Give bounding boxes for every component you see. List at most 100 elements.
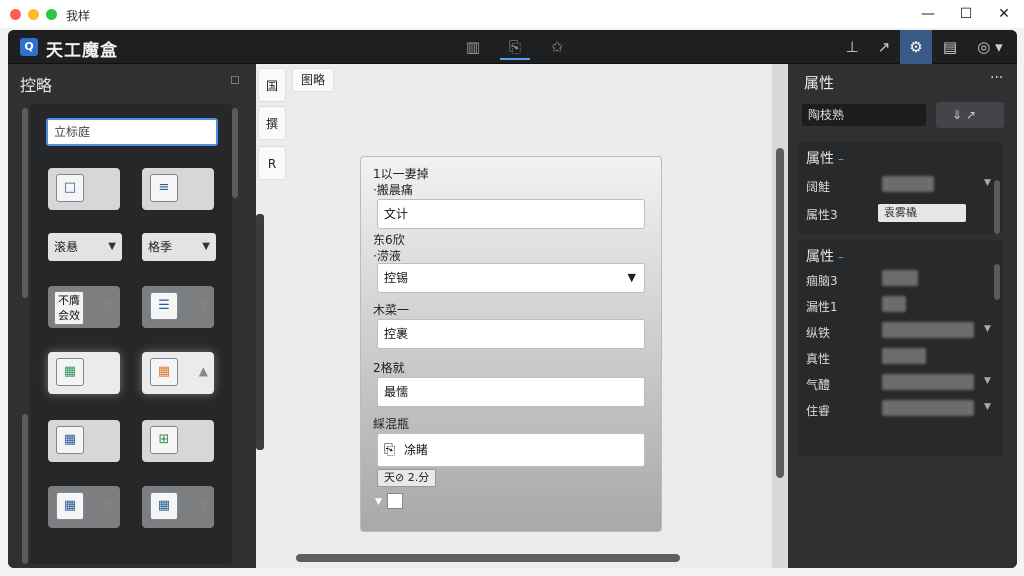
minimize-button[interactable]: — xyxy=(918,4,938,24)
properties-title: 属性 xyxy=(804,74,835,92)
component-tile-datepicker[interactable]: ▦ ⇕ xyxy=(142,486,214,528)
close-button[interactable]: ✕ xyxy=(994,4,1014,24)
component-tile-grid[interactable]: ▦ xyxy=(48,352,120,394)
section-2-title: 属性 – xyxy=(806,246,844,266)
text-block-icon: 不膺 会效 xyxy=(54,291,84,325)
container-icon: □ xyxy=(56,174,84,202)
more-icon[interactable]: ··· xyxy=(990,70,1003,86)
collapse-icon[interactable]: ◻ xyxy=(230,72,240,86)
minimize-dot-icon[interactable] xyxy=(28,9,39,20)
left-panel-title: 控略 xyxy=(20,76,53,95)
prop-row-label-3: 痼脑3 xyxy=(806,274,838,288)
save-icon[interactable]: ▤ xyxy=(934,30,966,64)
form-sublabel-1: ·搬晨痛 xyxy=(373,183,413,197)
prop-row-label-4: 漏性1 xyxy=(806,300,838,314)
section-1-title: 属性 – xyxy=(806,148,844,168)
component-tile-table[interactable]: ▦ ⇕ xyxy=(48,486,120,528)
prop-row-value-5[interactable] xyxy=(882,322,974,338)
select-b-label: 格季 xyxy=(148,240,173,254)
dropdown-icon[interactable]: ▼ xyxy=(984,324,991,334)
form-label-3: 木菜一 xyxy=(373,303,410,317)
tab-pages[interactable]: 国 xyxy=(258,68,286,102)
form-text-input-5[interactable]: ⎘ 凃睹 xyxy=(377,433,645,467)
component-tile-calendar[interactable]: ☰ ⇕ xyxy=(142,286,214,328)
prop-row-value-2[interactable]: 袁雾橇 xyxy=(878,204,966,222)
chart-icon: ⊞ xyxy=(150,426,178,454)
prop-row-label-2: 属性3 xyxy=(806,208,838,222)
component-tile-schedule[interactable]: ▦ ▲ xyxy=(142,352,214,394)
prop-row-value-7[interactable] xyxy=(882,374,974,390)
maximize-button[interactable]: ☐ xyxy=(956,4,976,24)
star-icon[interactable]: ✩ xyxy=(542,34,572,60)
component-tile-container[interactable]: □ xyxy=(48,168,120,210)
schedule-icon: ▦ xyxy=(150,358,178,386)
properties-panel: 属性 ··· 陶枝熟 ⇓ ↗ 属性 – 阔鮭 ▼ 属性3 袁雾橇 属性 – 痼脑3 … xyxy=(788,64,1017,568)
flow-icon: ▦ xyxy=(56,426,84,454)
app-logo-icon: Q xyxy=(20,38,38,56)
prop-row-label-6: 真性 xyxy=(806,352,831,366)
component-tile-flow[interactable]: ▦ xyxy=(48,420,120,462)
prop-row-value-4[interactable] xyxy=(882,296,906,312)
tab-outline[interactable]: 撰 xyxy=(258,106,286,140)
prop-row-label-1: 阔鮭 xyxy=(806,180,831,194)
form-hint-badge: 天⊘ 2.分 xyxy=(377,469,437,487)
component-search-input[interactable]: 立标庭 xyxy=(46,118,218,146)
prop-row-label-5: 纵铁 xyxy=(806,326,831,340)
help-menu-icon[interactable]: ◎ ▾ xyxy=(970,30,1010,64)
stepper-icon: ⇕ xyxy=(103,298,114,312)
canvas-breadcrumb: 图略 xyxy=(292,68,335,92)
form-input-5-value: 凃睹 xyxy=(404,443,429,457)
properties-action-buttons[interactable]: ⇓ ↗ xyxy=(936,102,1004,128)
select-component-a[interactable]: 滚悬 ▼ xyxy=(48,233,122,261)
prop-row-value-1[interactable] xyxy=(882,176,934,192)
os-window-title: 我样 xyxy=(66,9,91,23)
section-2-scrollbar[interactable] xyxy=(994,264,1000,300)
form-select-input[interactable]: 控锡 ▼ xyxy=(377,263,645,293)
page-icon[interactable]: ⎘ xyxy=(500,34,530,60)
triangle-icon: ▼ xyxy=(375,497,382,507)
prop-row-value-6[interactable] xyxy=(882,348,926,364)
form-checkbox[interactable] xyxy=(387,493,403,509)
prop-row-value-8[interactable] xyxy=(882,400,974,416)
canvas-area: 国 撰 R 图略 1以一妻掉 ·搬晨痛 文计 东6欣 ·涝液 控锡 ▼ 木菜一 控… xyxy=(256,64,788,568)
stepper-icon: ⇕ xyxy=(197,298,208,312)
form-label-2: 东6欣 xyxy=(373,233,405,247)
stepper-icon: ⇕ xyxy=(103,498,114,512)
form-text-input-4[interactable]: 最懦 xyxy=(377,377,645,407)
datepicker-icon: ▦ xyxy=(150,492,178,520)
left-scrollbar[interactable] xyxy=(22,108,28,298)
form-text-input-3[interactable]: 控裹 xyxy=(377,319,645,349)
component-tile-chart[interactable]: ⊞ xyxy=(142,420,214,462)
zoom-dot-icon[interactable] xyxy=(46,9,57,20)
dropdown-icon[interactable]: ▼ xyxy=(984,376,991,386)
close-dot-icon[interactable] xyxy=(10,9,21,20)
table-icon: ▦ xyxy=(56,492,84,520)
anchor-icon[interactable]: ⊥ xyxy=(836,30,868,64)
prop-row-label-7: 气醴 xyxy=(806,378,831,392)
prop-row-value-3[interactable] xyxy=(882,270,918,286)
section-1-scrollbar[interactable] xyxy=(994,180,1000,234)
form-text-input-1[interactable]: 文计 xyxy=(377,199,645,229)
dropdown-icon[interactable]: ▼ xyxy=(984,178,991,188)
select-component-b[interactable]: 格季 ▼ xyxy=(142,233,216,261)
tab-resources[interactable]: R xyxy=(258,146,286,180)
window: 我样 — ☐ ✕ Q 天工魔盒 ▥ ⎘ ✩ ⊥ ↗ ⚙ ▤ ◎ ▾ 控略 ◻ 立… xyxy=(0,0,1024,576)
section-dash-icon: – xyxy=(838,250,844,264)
dropdown-icon[interactable]: ▼ xyxy=(984,402,991,412)
canvas-vertical-scrollbar[interactable] xyxy=(776,148,784,478)
section-dash-icon: – xyxy=(838,152,844,166)
os-titlebar: 我样 — ☐ ✕ xyxy=(0,0,1024,28)
section-1-title-text: 属性 xyxy=(806,151,834,167)
layout-icon[interactable]: ▥ xyxy=(458,34,488,60)
list-icon: ≡ xyxy=(150,174,178,202)
inner-scrollbar[interactable] xyxy=(232,108,238,198)
document-icon: ⎘ xyxy=(384,442,396,458)
calendar-icon: ☰ xyxy=(150,292,178,320)
canvas-horizontal-scrollbar[interactable] xyxy=(296,554,680,562)
component-tile-list[interactable]: ≡ xyxy=(142,168,214,210)
expand-icon[interactable]: ↗ xyxy=(868,30,900,64)
left-scrollbar-lower[interactable] xyxy=(22,414,28,564)
component-tile-text[interactable]: 不膺 会效 ⇕ xyxy=(48,286,120,328)
gear-icon[interactable]: ⚙ xyxy=(900,30,932,64)
properties-name-input[interactable]: 陶枝熟 xyxy=(802,104,926,126)
